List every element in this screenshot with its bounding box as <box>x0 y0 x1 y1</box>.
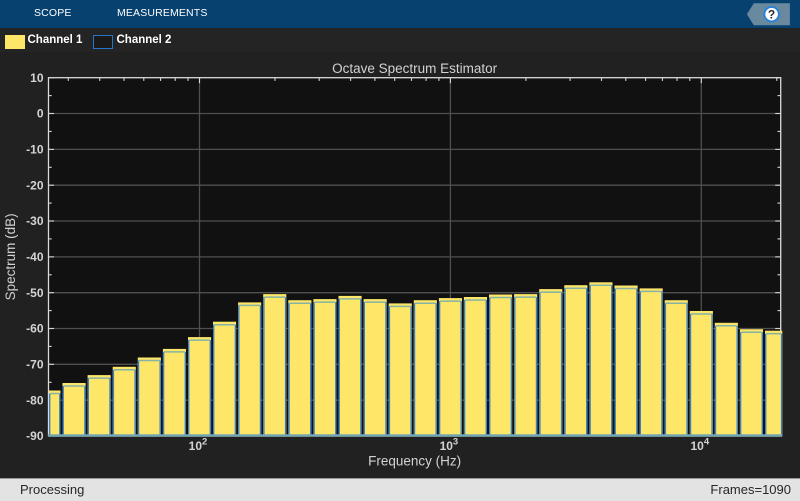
svg-text:-50: -50 <box>26 285 44 299</box>
svg-text:0: 0 <box>37 106 44 120</box>
svg-text:-70: -70 <box>26 357 44 371</box>
svg-text:-90: -90 <box>26 429 44 443</box>
svg-text:-20: -20 <box>26 178 44 192</box>
svg-text:-30: -30 <box>26 214 44 228</box>
svg-text:-80: -80 <box>26 393 44 407</box>
svg-text:Octave Spectrum Estimator: Octave Spectrum Estimator <box>332 61 498 76</box>
svg-text:Spectrum (dB): Spectrum (dB) <box>3 213 18 300</box>
svg-text:-10: -10 <box>26 142 44 156</box>
svg-text:-40: -40 <box>26 250 44 264</box>
svg-text:?: ? <box>768 8 775 22</box>
svg-text:Frequency (Hz): Frequency (Hz) <box>368 453 461 468</box>
svg-text:10: 10 <box>30 70 44 84</box>
svg-text:-60: -60 <box>26 321 44 335</box>
